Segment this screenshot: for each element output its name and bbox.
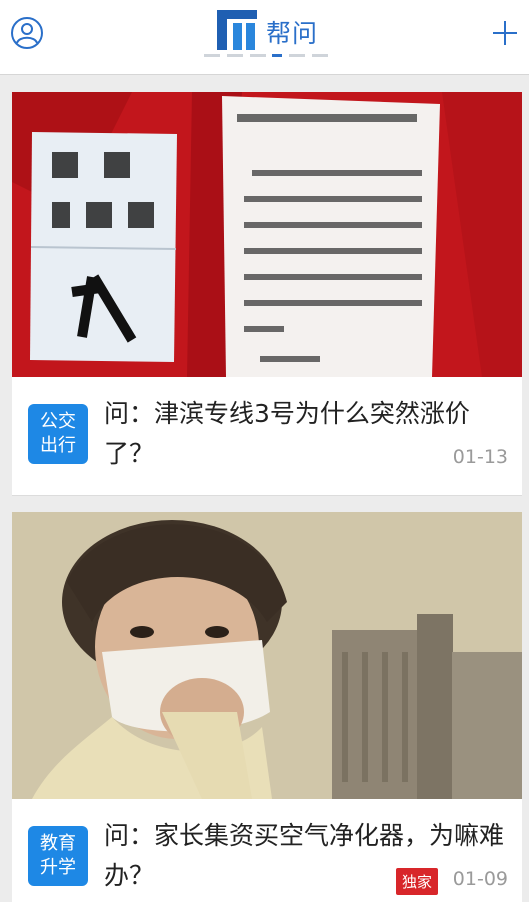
- page-dot: [226, 54, 243, 57]
- question-date: 01-09: [452, 868, 508, 890]
- app-title: 帮问: [266, 19, 319, 48]
- page-dot: [204, 54, 220, 57]
- category-tag: 公交 出行: [28, 404, 88, 464]
- photo-red-notice-board: [12, 92, 522, 377]
- question-title[interactable]: 问：津滨专线3号为什么突然涨价了？: [104, 394, 508, 474]
- page-dot: [249, 54, 266, 57]
- category-tag-line: 公交: [40, 411, 76, 432]
- user-profile-icon[interactable]: [10, 16, 44, 50]
- question-date: 01-13: [452, 446, 508, 468]
- category-tag-line: 升学: [40, 857, 76, 878]
- page-dot: [289, 54, 306, 57]
- category-tag-line: 出行: [40, 435, 76, 456]
- page-dot-active: [272, 54, 283, 57]
- page-indicator: [204, 54, 328, 58]
- question-card[interactable]: 教育 升学 问：家长集资买空气净化器，为嘛难办？ 独家 01-09: [12, 512, 522, 902]
- top-bar: 帮问: [0, 0, 529, 75]
- question-card[interactable]: 公交 出行 问：津滨专线3号为什么突然涨价了？ 01-13: [12, 92, 522, 496]
- category-tag-line: 教育: [40, 833, 76, 854]
- plus-icon[interactable]: [490, 18, 520, 48]
- photo-boy-with-mask: [12, 512, 522, 799]
- page-dot: [311, 54, 328, 57]
- exclusive-badge: 独家: [396, 868, 439, 895]
- question-title[interactable]: 问：家长集资买空气净化器，为嘛难办？: [104, 816, 508, 896]
- category-tag: 教育 升学: [28, 826, 88, 886]
- bangwen-logo-icon: [217, 10, 257, 50]
